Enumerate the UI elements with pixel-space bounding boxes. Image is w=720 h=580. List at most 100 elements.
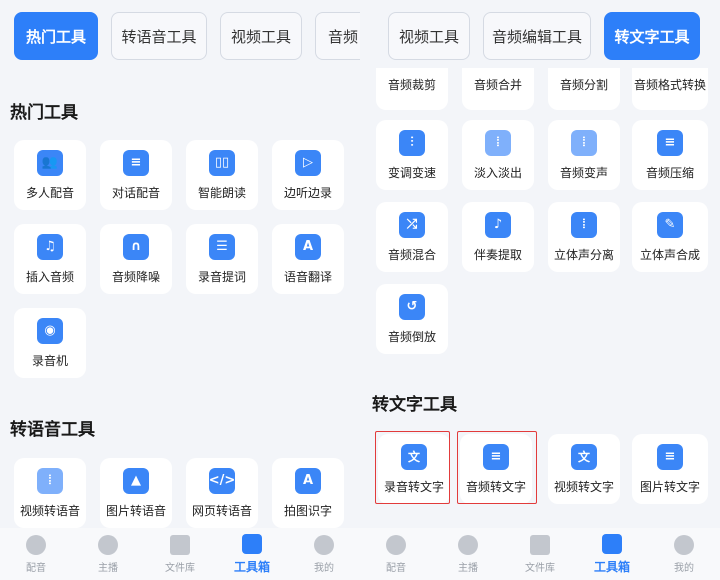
tool-multi-voice[interactable]: 👥 多人配音 <box>14 140 86 210</box>
tool-video-to-text[interactable]: 文 视频转文字 <box>548 434 620 504</box>
music-note-icon: ♫ <box>37 233 63 260</box>
folder-icon <box>530 534 550 555</box>
waveform-icon: ⦙ <box>571 129 597 156</box>
tool-label: 音频裁剪 <box>387 78 436 92</box>
tool-label: 音频混合 <box>387 247 436 262</box>
nav-dubbing[interactable]: 配音 <box>360 528 432 580</box>
tool-label: 对话配音 <box>111 185 160 200</box>
tool-label: 语音翻译 <box>283 269 332 284</box>
waveform-icon: ⦙ <box>37 467 63 494</box>
nav-me[interactable]: 我的 <box>648 528 720 580</box>
tool-noise-reduction[interactable]: ∩ 音频降噪 <box>100 224 172 294</box>
tool-label: 录音机 <box>31 353 68 368</box>
tool-insert-audio[interactable]: ♫ 插入音频 <box>14 224 86 294</box>
equalizer-icon: ⫶ <box>399 129 425 156</box>
tool-label: 录音提词 <box>197 269 246 284</box>
split-icon: ⦙ <box>571 211 597 238</box>
tool-stereo-split[interactable]: ⦙ 立体声分离 <box>548 202 620 272</box>
toolbox-icon <box>242 533 262 554</box>
tool-audio-trim[interactable]: 音频裁剪 <box>376 68 448 110</box>
tab-audio-tools[interactable]: 音频 <box>315 12 360 60</box>
code-icon: </> <box>209 467 235 494</box>
people-icon: 👥 <box>37 149 63 176</box>
tab-hot-tools[interactable]: 热门工具 <box>14 12 98 60</box>
nav-label: 我的 <box>674 562 694 574</box>
user-icon <box>314 534 334 555</box>
nav-dubbing[interactable]: 配音 <box>0 528 72 580</box>
tool-label: 伴奏提取 <box>473 247 522 262</box>
tool-label: 立体声分离 <box>553 247 614 262</box>
tool-listen-record[interactable]: ▷ 边听边录 <box>272 140 344 210</box>
nav-toolbox[interactable]: 工具箱 <box>576 528 648 580</box>
nav-label: 配音 <box>26 562 46 574</box>
nav-label: 主播 <box>458 562 478 574</box>
tab-to-text-tools[interactable]: 转文字工具 <box>604 12 700 60</box>
bottom-nav: 配音 主播 文件库 工具箱 我的 <box>0 528 360 580</box>
video-text-icon: 文 <box>571 443 597 470</box>
tool-label: 网页转语音 <box>191 503 252 518</box>
play-icon: ▷ <box>295 149 321 176</box>
nav-me[interactable]: 我的 <box>288 528 360 580</box>
tool-compress[interactable]: ≡ 音频压缩 <box>632 120 708 190</box>
tool-image-to-text[interactable]: ≡ 图片转文字 <box>632 434 708 504</box>
tool-label: 音频变声 <box>559 165 608 180</box>
tool-audio-split[interactable]: 音频分割 <box>548 68 620 110</box>
tool-photo-ocr[interactable]: A 拍图识字 <box>272 458 344 528</box>
tool-label: 音频合并 <box>473 78 522 92</box>
tool-fade[interactable]: ⦙ 淡入淡出 <box>462 120 534 190</box>
tool-stereo-merge[interactable]: ✎ 立体声合成 <box>632 202 708 272</box>
user-icon <box>674 534 694 555</box>
waveform-icon: ⦙ <box>485 129 511 156</box>
nav-label: 配音 <box>386 562 406 574</box>
scan-text-icon: A <box>295 467 321 494</box>
right-screen: 视频工具 音频编辑工具 转文字工具 音频裁剪 音频合并 音频分割 音频格式转换 … <box>360 0 720 580</box>
highlight-box <box>457 431 537 504</box>
tool-label: 智能朗读 <box>197 185 246 200</box>
tool-smart-read[interactable]: ▯▯ 智能朗读 <box>186 140 258 210</box>
tab-video-tools[interactable]: 视频工具 <box>220 12 302 60</box>
nav-anchor[interactable]: 主播 <box>432 528 504 580</box>
tool-label: 音频压缩 <box>645 165 694 180</box>
tool-teleprompter[interactable]: ☰ 录音提词 <box>186 224 258 294</box>
reverse-icon: ↺ <box>399 293 425 320</box>
nav-anchor[interactable]: 主播 <box>72 528 144 580</box>
tool-recorder[interactable]: ◉ 录音机 <box>14 308 86 378</box>
nav-files[interactable]: 文件库 <box>504 528 576 580</box>
tool-accompaniment[interactable]: ♪ 伴奏提取 <box>462 202 534 272</box>
nav-label: 文件库 <box>165 562 195 574</box>
tool-label: 音频分割 <box>559 78 608 92</box>
tool-audio-mix[interactable]: ⤮ 音频混合 <box>376 202 448 272</box>
book-icon: ▯▯ <box>209 149 235 176</box>
bottom-nav: 配音 主播 文件库 工具箱 我的 <box>360 528 720 580</box>
tool-label: 音频格式转换 <box>633 78 706 92</box>
tab-video-tools[interactable]: 视频工具 <box>388 12 470 60</box>
tab-audio-edit-tools[interactable]: 音频编辑工具 <box>483 12 591 60</box>
folder-icon <box>170 534 190 555</box>
tool-label: 音频倒放 <box>387 329 436 344</box>
tool-dialog-voice[interactable]: ≡ 对话配音 <box>100 140 172 210</box>
nav-files[interactable]: 文件库 <box>144 528 216 580</box>
nav-label: 主播 <box>98 562 118 574</box>
tool-reverse[interactable]: ↺ 音频倒放 <box>376 284 448 354</box>
tab-speech-tools[interactable]: 转语音工具 <box>111 12 207 60</box>
tool-web-to-speech[interactable]: </> 网页转语音 <box>186 458 258 528</box>
tool-image-to-speech[interactable]: ▲ 图片转语音 <box>100 458 172 528</box>
tool-voice-translate[interactable]: A 语音翻译 <box>272 224 344 294</box>
tool-label: 淡入淡出 <box>473 165 522 180</box>
nav-toolbox[interactable]: 工具箱 <box>216 528 288 580</box>
tool-label: 图片转语音 <box>105 503 166 518</box>
shuffle-icon: ⤮ <box>399 211 425 238</box>
tool-voice-change[interactable]: ⦙ 音频变声 <box>548 120 620 190</box>
tool-label: 立体声合成 <box>639 247 700 262</box>
tool-label: 视频转文字 <box>553 479 614 494</box>
to-text-tools-title: 转文字工具 <box>372 395 457 415</box>
highlight-box <box>375 431 450 504</box>
person-icon <box>458 534 478 555</box>
tool-pitch-speed[interactable]: ⫶ 变调变速 <box>376 120 448 190</box>
tool-video-to-speech[interactable]: ⦙ 视频转语音 <box>14 458 86 528</box>
category-tabs: 热门工具 转语音工具 视频工具 音频 <box>14 12 360 60</box>
person-icon <box>98 534 118 555</box>
tool-audio-convert[interactable]: 音频格式转换 <box>632 68 708 110</box>
tool-audio-merge[interactable]: 音频合并 <box>462 68 534 110</box>
toolbox-icon <box>602 533 622 554</box>
